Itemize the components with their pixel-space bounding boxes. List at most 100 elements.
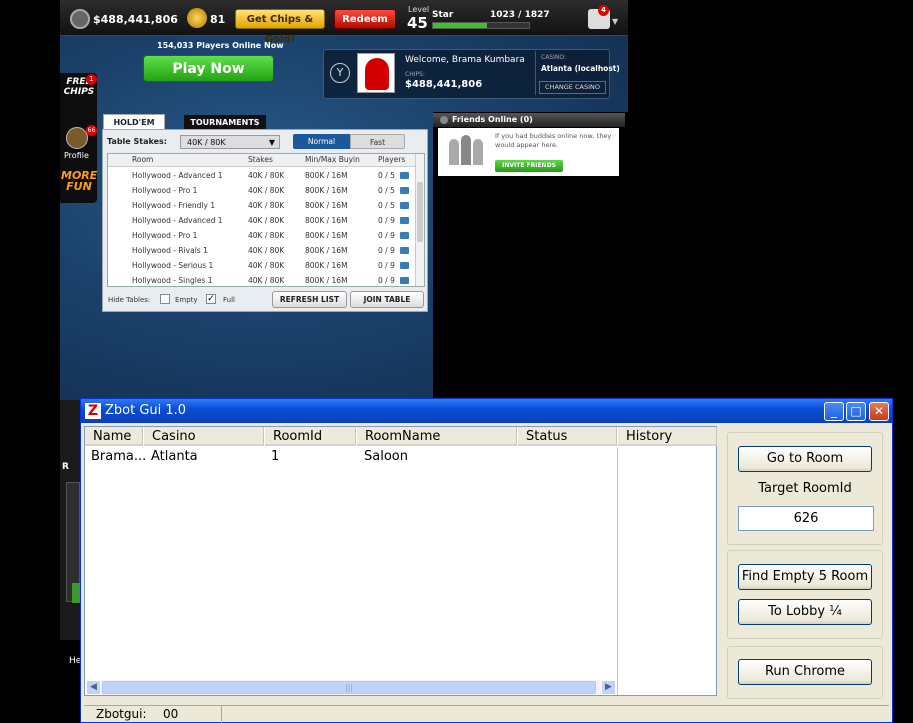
camera-icon[interactable] bbox=[400, 172, 409, 179]
run-chrome-button[interactable]: Run Chrome bbox=[738, 659, 872, 685]
friends-title: Friends Online (0) bbox=[452, 115, 533, 124]
camera-icon[interactable] bbox=[400, 217, 409, 224]
scroll-left-icon[interactable]: ◀ bbox=[86, 680, 101, 695]
xp-text: 1023 / 1827 bbox=[490, 10, 550, 20]
close-icon[interactable]: ✕ bbox=[869, 402, 889, 421]
empty-label: Empty bbox=[175, 296, 198, 304]
profile-label[interactable]: Profile bbox=[64, 151, 89, 160]
room-name: Hollywood - Pro 1 bbox=[132, 186, 198, 195]
room-name: Hollywood - Advanced 1 bbox=[132, 216, 223, 225]
lobby-scroll-thumb[interactable] bbox=[417, 182, 423, 242]
room-players: 0 / 9 bbox=[378, 276, 395, 285]
star-label: Star bbox=[432, 10, 454, 20]
room-buyin: 800K / 16M bbox=[305, 246, 348, 255]
redeem-button[interactable]: Redeem bbox=[334, 9, 396, 29]
col-status[interactable]: Status bbox=[518, 427, 617, 446]
col-history[interactable]: History bbox=[618, 427, 717, 446]
room-players: 0 / 5 bbox=[378, 171, 395, 180]
camera-icon[interactable] bbox=[400, 262, 409, 269]
col-stakes[interactable]: Stakes bbox=[248, 154, 273, 166]
zbot-titlebar[interactable] bbox=[81, 399, 892, 423]
room-name: Hollywood - Pro 1 bbox=[132, 231, 198, 240]
list-item[interactable]: Hollywood - Friendly 1 40K / 80K 800K / 16… bbox=[108, 198, 416, 213]
target-room-input[interactable]: 626 bbox=[738, 506, 874, 531]
full-checkbox[interactable]: ✓ bbox=[206, 294, 216, 304]
empty-checkbox[interactable] bbox=[160, 294, 170, 304]
list-item[interactable]: Hollywood - Pro 1 40K / 80K 800K / 16M 0 / … bbox=[108, 228, 416, 243]
welcome-text: Welcome, Brama Kumbara bbox=[405, 55, 525, 65]
hide-tables-label: Hide Tables: bbox=[108, 296, 151, 304]
tab-holdem[interactable]: HOLD'EM bbox=[103, 114, 165, 130]
camera-icon[interactable] bbox=[400, 232, 409, 239]
room-name: Hollywood - Friendly 1 bbox=[132, 201, 216, 210]
get-chips-button[interactable]: Get Chips & Gold! bbox=[235, 9, 325, 45]
find-empty-room-button[interactable]: Find Empty 5 Room bbox=[738, 564, 872, 590]
col-room[interactable]: Room bbox=[132, 154, 153, 166]
status-value: 00 bbox=[163, 707, 179, 721]
stakes-label: Table Stakes: bbox=[107, 137, 167, 146]
minimize-icon[interactable]: _ bbox=[824, 402, 844, 421]
change-casino-button[interactable]: CHANGE CASINO bbox=[539, 81, 606, 94]
maximize-icon[interactable]: □ bbox=[846, 402, 866, 421]
col-casino[interactable]: Casino bbox=[144, 427, 264, 446]
friends-message: If you had buddies online now, they woul… bbox=[495, 132, 612, 149]
invite-friends-button[interactable]: INVITE FRIENDS bbox=[495, 160, 563, 172]
lobby-scrollbar[interactable] bbox=[415, 154, 424, 286]
rooms-listview[interactable]: Name Casino RoomId RoomName Status Histo… bbox=[84, 426, 717, 696]
avatar-silhouette bbox=[365, 58, 389, 90]
stakes-select[interactable]: 40K / 80K ▼ bbox=[180, 135, 280, 149]
lobby-table-header: Room Stakes Min/Max Buyin Players bbox=[108, 154, 416, 167]
tab-tournaments[interactable]: TOURNAMENTS bbox=[184, 115, 266, 130]
room-stakes: 40K / 80K bbox=[248, 171, 285, 180]
col-buyin[interactable]: Min/Max Buyin bbox=[305, 154, 360, 166]
room-players: 0 / 9 bbox=[378, 246, 395, 255]
camera-icon[interactable] bbox=[400, 247, 409, 254]
status-bar: Zbotgui: 00 bbox=[84, 705, 889, 723]
cocktail-icon[interactable]: Y bbox=[330, 63, 350, 83]
room-buyin: 800K / 16M bbox=[305, 201, 348, 210]
horizontal-scroll-thumb[interactable]: ||| bbox=[102, 681, 596, 694]
avatar[interactable] bbox=[357, 53, 395, 93]
list-item[interactable]: Hollywood - Rivals 1 40K / 80K 800K / 16M 0… bbox=[108, 243, 416, 258]
gold-count: 81 bbox=[210, 13, 226, 26]
camera-icon[interactable] bbox=[400, 202, 409, 209]
list-item[interactable]: Hollywood - Serious 1 40K / 80K 800K / 16M… bbox=[108, 258, 416, 273]
room-name: Hollywood - Singles 1 bbox=[132, 276, 213, 285]
camera-icon[interactable] bbox=[400, 187, 409, 194]
horizontal-scrollbar[interactable]: ◀ ||| ▶ bbox=[86, 680, 616, 695]
buddies-icon bbox=[449, 135, 483, 169]
list-item[interactable]: Hollywood - Pro 1 40K / 80K 800K / 16M 0 / … bbox=[108, 183, 416, 198]
play-now-button[interactable]: Play Now bbox=[143, 55, 274, 82]
chip-icon bbox=[70, 9, 90, 29]
room-stakes: 40K / 80K bbox=[248, 186, 285, 195]
camera-icon[interactable] bbox=[400, 277, 409, 284]
room-buyin: 800K / 16M bbox=[305, 171, 348, 180]
target-room-label: Target RoomId bbox=[758, 481, 852, 496]
players-online: 154,033 Players Online Now bbox=[157, 41, 284, 50]
list-item[interactable]: Hollywood - Advanced 1 40K / 80K 800K / 16… bbox=[108, 213, 416, 228]
room-players: 0 / 5 bbox=[378, 186, 395, 195]
room-buyin: 800K / 16M bbox=[305, 231, 348, 240]
col-name[interactable]: Name bbox=[85, 427, 143, 446]
zbot-title: Zbot Gui 1.0 bbox=[105, 403, 187, 418]
chevron-down-icon[interactable]: ▼ bbox=[612, 17, 618, 26]
welcome-divider bbox=[535, 51, 536, 95]
list-item[interactable]: Hollywood - Advanced 1 40K / 80K 800K / 16… bbox=[108, 168, 416, 183]
refresh-list-button[interactable]: REFRESH LIST bbox=[272, 291, 347, 308]
col-roomname[interactable]: RoomName bbox=[357, 427, 517, 446]
zbot-window: Z Zbot Gui 1.0 _ □ ✕ Name Casino RoomId … bbox=[80, 398, 893, 723]
profile-avatar-icon[interactable] bbox=[66, 127, 88, 149]
scroll-right-icon[interactable]: ▶ bbox=[601, 680, 616, 695]
list-item[interactable]: Hollywood - Singles 1 40K / 80K 800K / 16M… bbox=[108, 273, 416, 286]
to-lobby-button[interactable]: To Lobby ¼ bbox=[738, 599, 872, 625]
speed-normal-toggle[interactable]: Normal bbox=[293, 134, 350, 149]
col-roomid[interactable]: RoomId bbox=[265, 427, 356, 446]
speed-fast-toggle[interactable]: Fast bbox=[350, 134, 405, 149]
gifts-badge: 4 bbox=[598, 5, 609, 16]
col-players[interactable]: Players bbox=[378, 154, 405, 166]
join-table-button[interactable]: JOIN TABLE bbox=[350, 291, 424, 308]
go-to-room-button[interactable]: Go to Room bbox=[738, 446, 872, 472]
room-stakes: 40K / 80K bbox=[248, 276, 285, 285]
more-fun-button[interactable]: MORE FUN bbox=[61, 170, 97, 196]
stakes-value: 40K / 80K bbox=[187, 138, 226, 147]
